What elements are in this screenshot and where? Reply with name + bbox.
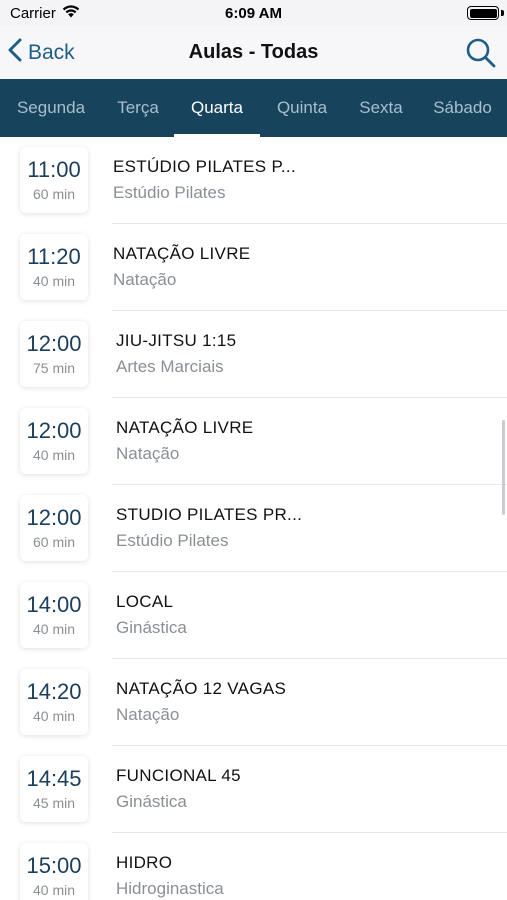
- class-time: 12:00: [26, 505, 82, 530]
- class-duration: 40 min: [32, 273, 76, 289]
- time-card: 14:00 40 min: [20, 582, 88, 648]
- time-card: 11:00 60 min: [20, 147, 88, 213]
- class-category: Estúdio Pilates: [116, 531, 229, 550]
- battery-icon: [467, 6, 499, 20]
- class-name: ESTÚDIO PILATES P...: [113, 157, 296, 176]
- class-duration: 40 min: [32, 882, 76, 898]
- list-item[interactable]: 14:20 40 min NATAÇÃO 12 VAGAS Natação: [0, 659, 507, 746]
- tab-label: Quinta: [276, 98, 328, 117]
- class-info: NATAÇÃO LIVRE Natação: [116, 418, 487, 464]
- class-info: HIDRO Hidroginastica: [116, 853, 487, 899]
- class-name: JIU-JITSU 1:15: [116, 331, 237, 350]
- class-time: 14:00: [26, 592, 82, 617]
- tab-segunda[interactable]: Segunda: [0, 79, 102, 137]
- search-button[interactable]: [465, 37, 497, 69]
- class-time: 12:00: [26, 418, 82, 443]
- back-button[interactable]: Back: [8, 26, 75, 79]
- class-time: 14:20: [26, 679, 82, 704]
- class-time: 15:00: [26, 853, 82, 878]
- page-title: Aulas - Todas: [188, 41, 319, 63]
- class-duration: 45 min: [32, 795, 76, 811]
- class-info: ESTÚDIO PILATES P... Estúdio Pilates: [113, 157, 487, 203]
- time-card: 15:00 40 min: [20, 843, 88, 900]
- class-name: NATAÇÃO 12 VAGAS: [116, 679, 287, 698]
- class-category: Hidroginastica: [116, 879, 224, 898]
- back-label: Back: [28, 40, 75, 64]
- class-category: Ginástica: [116, 618, 187, 637]
- class-duration: 40 min: [32, 708, 76, 724]
- class-info: JIU-JITSU 1:15 Artes Marciais: [116, 331, 487, 377]
- time-card: 12:00 40 min: [20, 408, 88, 474]
- list-item[interactable]: 12:00 75 min JIU-JITSU 1:15 Artes Marcia…: [0, 311, 507, 398]
- tab-quarta[interactable]: Quarta: [174, 79, 260, 137]
- class-info: LOCAL Ginástica: [116, 592, 487, 638]
- time-card: 14:20 40 min: [20, 669, 88, 735]
- tab-label: Segunda: [16, 98, 86, 117]
- list-item[interactable]: 14:45 45 min FUNCIONAL 45 Ginástica: [0, 746, 507, 833]
- list-item[interactable]: 15:00 40 min HIDRO Hidroginastica: [0, 833, 507, 900]
- tab-label: Terça: [117, 98, 159, 117]
- class-category: Natação: [113, 270, 177, 289]
- class-duration: 60 min: [32, 534, 76, 550]
- status-time: 6:09 AM: [225, 4, 282, 22]
- time-card: 12:00 60 min: [20, 495, 88, 561]
- class-time: 11:00: [27, 157, 81, 182]
- class-duration: 60 min: [32, 186, 76, 202]
- class-info: NATAÇÃO LIVRE Natação: [113, 244, 487, 290]
- class-name: LOCAL: [116, 592, 174, 611]
- class-duration: 75 min: [32, 360, 76, 376]
- status-left: Carrier: [10, 0, 80, 26]
- list-item[interactable]: 14:00 40 min LOCAL Ginástica: [0, 572, 507, 659]
- day-tabs: Segunda Terça Quarta Quinta Sexta Sábado: [0, 79, 507, 137]
- wifi-icon: [62, 4, 80, 22]
- class-category: Artes Marciais: [116, 357, 224, 376]
- time-card: 12:00 75 min: [20, 321, 88, 387]
- tab-sabado[interactable]: Sábado: [418, 79, 507, 137]
- class-list: 11:00 60 min ESTÚDIO PILATES P... Estúdi…: [0, 137, 507, 900]
- class-name: STUDIO PILATES PR...: [116, 505, 303, 524]
- battery-nub: [501, 10, 504, 16]
- class-category: Ginástica: [116, 792, 187, 811]
- tab-terca[interactable]: Terça: [102, 79, 174, 137]
- class-name: HIDRO: [116, 853, 173, 872]
- class-name: NATAÇÃO LIVRE: [113, 244, 251, 263]
- tab-label: Sexta: [359, 98, 403, 117]
- time-card: 14:45 45 min: [20, 756, 88, 822]
- carrier-label: Carrier: [10, 4, 56, 22]
- tab-label: Quarta: [191, 98, 243, 117]
- time-card: 11:20 40 min: [20, 234, 88, 300]
- list-item[interactable]: 11:00 60 min ESTÚDIO PILATES P... Estúdi…: [0, 137, 507, 224]
- class-info: FUNCIONAL 45 Ginástica: [116, 766, 487, 812]
- list-item[interactable]: 12:00 60 min STUDIO PILATES PR... Estúdi…: [0, 485, 507, 572]
- class-duration: 40 min: [32, 447, 76, 463]
- tab-label: Sábado: [433, 98, 492, 117]
- status-bar: Carrier 6:09 AM: [0, 0, 507, 26]
- class-name: FUNCIONAL 45: [116, 766, 241, 785]
- class-time: 11:20: [27, 244, 81, 269]
- class-info: STUDIO PILATES PR... Estúdio Pilates: [116, 505, 487, 551]
- class-time: 14:45: [26, 766, 82, 791]
- class-category: Estúdio Pilates: [113, 183, 226, 202]
- class-name: NATAÇÃO LIVRE: [116, 418, 254, 437]
- class-time: 12:00: [26, 331, 82, 356]
- tab-sexta[interactable]: Sexta: [344, 79, 418, 137]
- list-item[interactable]: 12:00 40 min NATAÇÃO LIVRE Natação: [0, 398, 507, 485]
- nav-bar: Back Aulas - Todas: [0, 26, 507, 79]
- tab-quinta[interactable]: Quinta: [260, 79, 344, 137]
- chevron-left-icon: [8, 38, 28, 68]
- class-category: Natação: [116, 705, 180, 724]
- list-item[interactable]: 11:20 40 min NATAÇÃO LIVRE Natação: [0, 224, 507, 311]
- class-info: NATAÇÃO 12 VAGAS Natação: [116, 679, 487, 725]
- search-icon: [465, 38, 497, 73]
- class-duration: 40 min: [32, 621, 76, 637]
- scrollbar[interactable]: [502, 420, 505, 515]
- class-category: Natação: [116, 444, 180, 463]
